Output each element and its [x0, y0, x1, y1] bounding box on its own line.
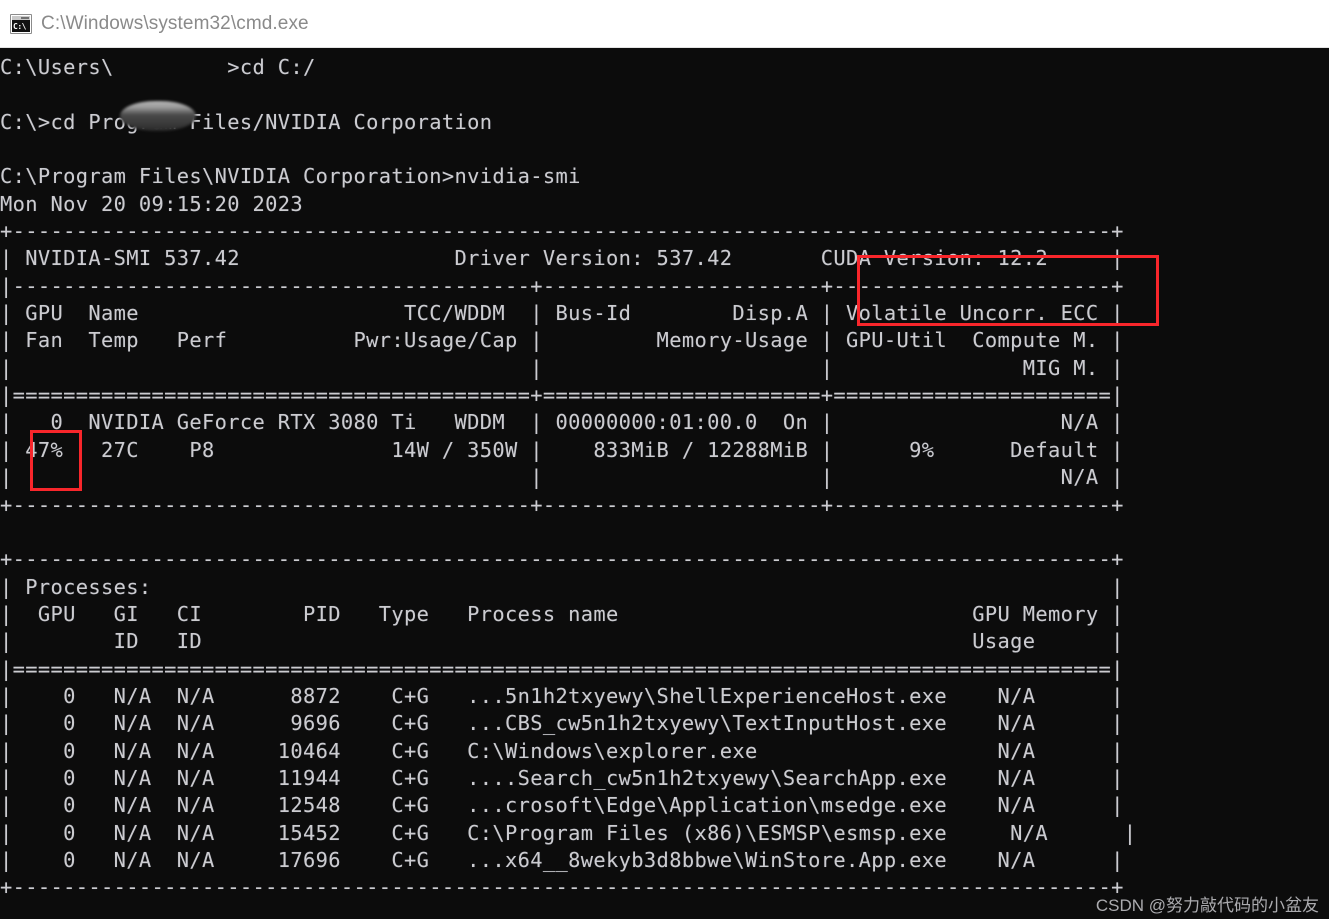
console-text: C:\Users\ >cd C:/ C:\>cd Program Files/N… [0, 55, 1137, 900]
csdn-watermark: CSDN @努力敲代码的小盆友 [1095, 896, 1319, 915]
icon-screen-text: C:\ [12, 19, 30, 32]
console-output-area[interactable]: C:\Users\ >cd C:/ C:\>cd Program Files/N… [0, 48, 1329, 919]
gpu-index-highlight-box [30, 430, 82, 491]
window-title: C:\Windows\system32\cmd.exe [41, 12, 309, 34]
cuda-version-highlight-box [857, 255, 1159, 326]
username-redaction-blur [120, 101, 196, 131]
cmd-window: C:\ C:\Windows\system32\cmd.exe C:\Users… [0, 0, 1329, 919]
window-titlebar: C:\ C:\Windows\system32\cmd.exe [0, 0, 1329, 48]
cmd-console-icon: C:\ [10, 13, 32, 34]
